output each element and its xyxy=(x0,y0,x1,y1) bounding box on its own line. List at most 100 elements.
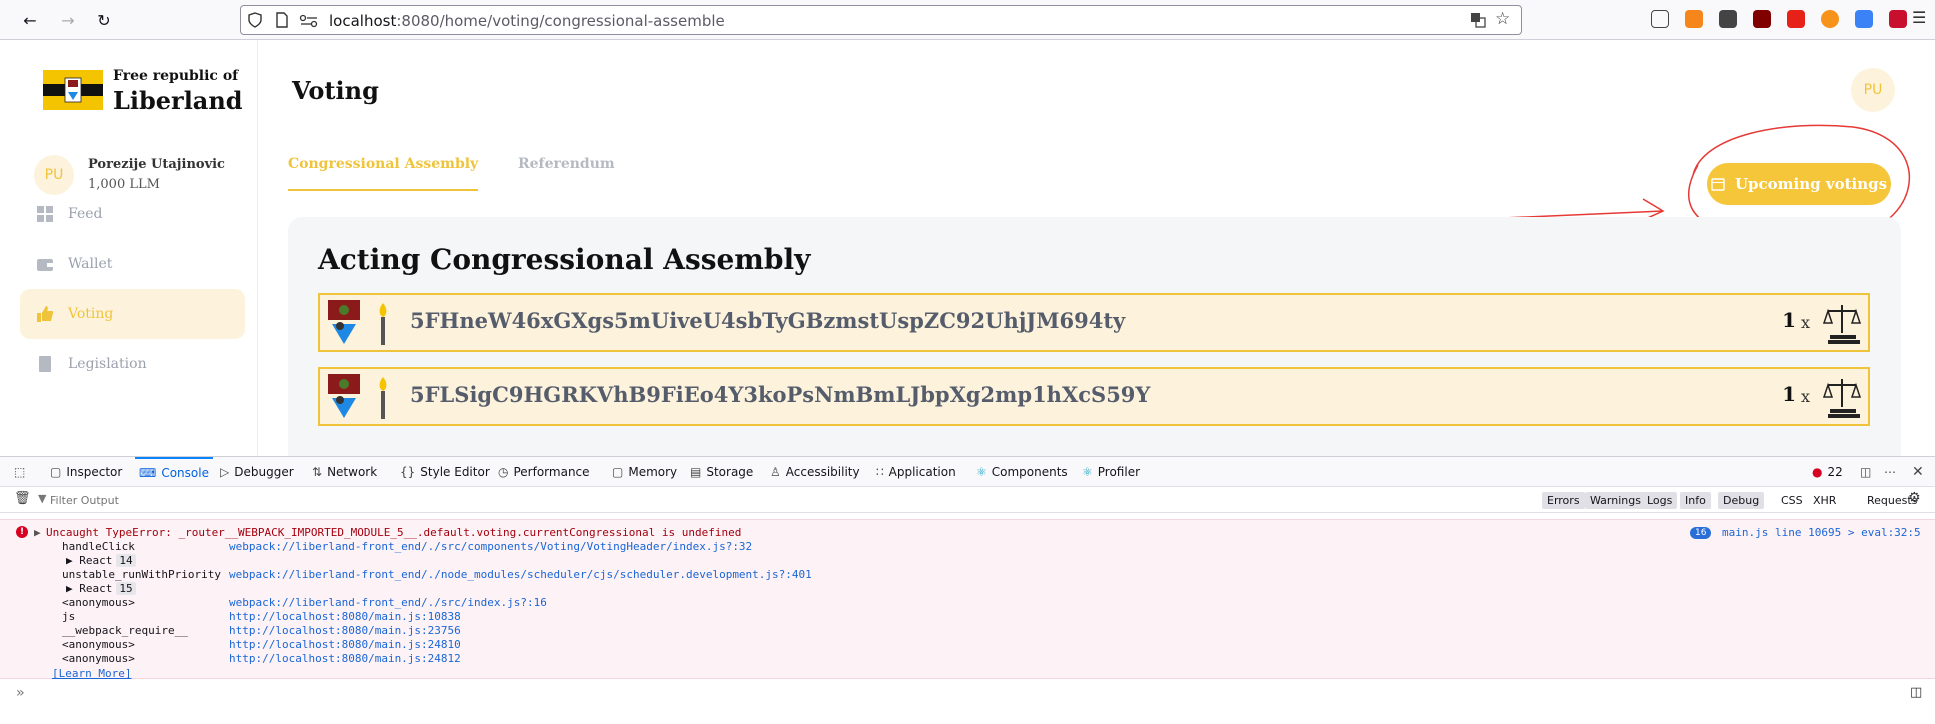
stack-source-link[interactable]: http://localhost:8080/main.js:24812 xyxy=(229,652,461,665)
tab-label: Console xyxy=(161,466,209,480)
close-devtools-icon[interactable]: ✕ xyxy=(1912,457,1924,487)
tab-accessibility[interactable]: ♙ Accessibility xyxy=(770,457,860,487)
console-prompt-icon[interactable]: » xyxy=(16,685,24,701)
expand-arrow-icon[interactable]: ▶ xyxy=(34,526,41,539)
url-path: :8080/home/voting/congressional-assemble xyxy=(396,12,725,30)
dock-icon[interactable]: ◫ xyxy=(1860,457,1871,487)
filter-info-button[interactable]: Info xyxy=(1680,492,1711,509)
tab-storage[interactable]: ▤ Storage xyxy=(690,457,753,487)
group-label: React xyxy=(79,554,113,567)
application-icon: ∷ xyxy=(876,465,884,479)
sidebar-item-legislation[interactable]: Legislation xyxy=(20,339,245,389)
ublock-icon[interactable] xyxy=(1753,10,1771,28)
filter-xhr-button[interactable]: XHR xyxy=(1808,492,1841,509)
card-title: Acting Congressional Assembly xyxy=(318,243,811,276)
tab-congressional-assembly[interactable]: Congressional Assembly xyxy=(288,156,478,172)
sidebar-item-wallet[interactable]: Wallet xyxy=(20,239,245,289)
tab-label: Network xyxy=(327,465,378,479)
translate-extension-icon[interactable] xyxy=(1855,10,1873,28)
tab-label: Accessibility xyxy=(785,465,860,479)
error-text[interactable]: Uncaught TypeError: _router__WEBPACK_IMP… xyxy=(46,526,741,539)
filter-logs-button[interactable]: Logs xyxy=(1642,492,1678,509)
tab-label: Components xyxy=(991,465,1068,479)
filter-debug-button[interactable]: Debug xyxy=(1718,492,1765,509)
tab-performance[interactable]: ◷ Performance xyxy=(498,457,590,487)
pick-element-icon[interactable]: ⬚ xyxy=(14,457,25,487)
forward-icon[interactable]: → xyxy=(56,8,80,32)
stack-function: <anonymous> xyxy=(62,638,135,651)
tab-profiler[interactable]: ⚛ Profiler xyxy=(1082,457,1140,487)
menu-icon[interactable]: ☰ xyxy=(1912,8,1926,27)
tab-network[interactable]: ⇅ Network xyxy=(312,457,377,487)
web-page: Free republic of Liberland PU Porezije U… xyxy=(8,40,1935,456)
tab-application[interactable]: ∷ Application xyxy=(876,457,956,487)
extension-icon[interactable] xyxy=(1889,10,1907,28)
tab-label: Inspector xyxy=(66,465,123,479)
bookmark-star-icon[interactable]: ☆ xyxy=(1495,9,1510,29)
console-icon: ⌨ xyxy=(139,466,157,480)
puzzle-extension-icon[interactable] xyxy=(1719,10,1737,28)
sidebar-item-feed[interactable]: Feed xyxy=(20,189,245,239)
stack-source-link[interactable]: webpack://liberland-front_end/./src/comp… xyxy=(229,540,752,553)
filter-warnings-button[interactable]: Warnings xyxy=(1585,492,1646,509)
console-settings-gear-icon[interactable]: ⚙ xyxy=(1908,490,1921,506)
trash-icon[interactable]: 🗑 xyxy=(14,491,31,506)
shield-icon[interactable] xyxy=(247,12,263,28)
torch-icon xyxy=(379,303,387,345)
upcoming-votings-label: Upcoming votings xyxy=(1734,175,1888,193)
learn-more-link[interactable]: [Learn More] xyxy=(52,667,131,680)
filter-output-input[interactable] xyxy=(50,491,350,509)
stack-source-link[interactable]: http://localhost:8080/main.js:10838 xyxy=(229,610,461,623)
permissions-icon[interactable] xyxy=(299,14,319,28)
tab-debugger[interactable]: ▷ Debugger xyxy=(220,457,294,487)
error-count-badge[interactable]: ● 22 xyxy=(1812,457,1843,487)
tab-label: Application xyxy=(888,465,956,479)
candidate-address: 5FHneW46xGXgs5mUiveU4sbTyGBzmstUspZC92Uh… xyxy=(410,308,1126,333)
filter-icon: ▼ xyxy=(38,492,47,505)
candidate-multiplier: x xyxy=(1800,313,1810,332)
console-input[interactable] xyxy=(40,683,1890,703)
url-text[interactable]: localhost:8080/home/voting/congressional… xyxy=(329,12,725,30)
error-source-link[interactable]: main.js line 10695 > eval:32:5 xyxy=(1722,526,1921,539)
react-frames-group[interactable]: ▶ React 15 xyxy=(66,582,136,595)
upcoming-votings-button[interactable]: Upcoming votings xyxy=(1707,163,1891,205)
sidebar-item-label: Voting xyxy=(68,306,114,322)
candidate-row[interactable]: 5FHneW46xGXgs5mUiveU4sbTyGBzmstUspZC92Uh… xyxy=(318,293,1870,352)
calendar-icon xyxy=(1711,178,1725,191)
style-editor-icon: {} xyxy=(400,465,416,479)
header-avatar[interactable]: PU xyxy=(1851,68,1895,112)
stack-source-link[interactable]: webpack://liberland-front_end/./src/inde… xyxy=(229,596,547,609)
sidebar-item-label: Wallet xyxy=(68,256,113,272)
bitcoin-icon[interactable] xyxy=(1821,10,1839,28)
filter-css-button[interactable]: CSS xyxy=(1776,492,1808,509)
stack-source-link[interactable]: webpack://liberland-front_end/./node_mod… xyxy=(229,568,812,581)
filter-errors-button[interactable]: Errors xyxy=(1542,492,1585,509)
tab-console[interactable]: ⌨ Console xyxy=(135,457,213,487)
react-profiler-icon: ⚛ xyxy=(1082,465,1093,479)
tab-referendum[interactable]: Referendum xyxy=(518,156,615,172)
stack-source-link[interactable]: http://localhost:8080/main.js:24810 xyxy=(229,638,461,651)
translate-icon[interactable] xyxy=(1470,12,1486,28)
tab-style-editor[interactable]: {} Style Editor xyxy=(400,457,490,487)
more-options-icon[interactable]: ⋯ xyxy=(1884,457,1896,487)
split-console-icon[interactable]: ◫ xyxy=(1910,685,1922,700)
candidate-row[interactable]: 5FLSigC9HGRKVhB9FiEo4Y3koPsNmBmLJbpXg2mp… xyxy=(318,367,1870,426)
sidebar-item-voting[interactable]: Voting xyxy=(20,289,245,339)
stack-function: handleClick xyxy=(62,540,135,553)
back-icon[interactable]: ← xyxy=(18,8,42,32)
stack-function: __webpack_require__ xyxy=(62,624,188,637)
tab-inspector[interactable]: ▢ Inspector xyxy=(50,457,122,487)
user-name: Porezije Utajinovic xyxy=(88,157,225,172)
react-frames-group[interactable]: ▶ React 14 xyxy=(66,554,136,567)
video-extension-icon[interactable] xyxy=(1787,10,1805,28)
reload-icon[interactable]: ↻ xyxy=(92,8,116,32)
tab-memory[interactable]: ▢ Memory xyxy=(612,457,677,487)
url-host: localhost xyxy=(329,12,397,30)
stack-source-link[interactable]: http://localhost:8080/main.js:23756 xyxy=(229,624,461,637)
url-bar[interactable]: localhost:8080/home/voting/congressional… xyxy=(240,5,1522,35)
sidebar-item-label: Feed xyxy=(68,206,103,222)
pocket-icon[interactable] xyxy=(1651,10,1669,28)
stack-function: <anonymous> xyxy=(62,596,135,609)
metamask-icon[interactable] xyxy=(1685,10,1703,28)
tab-components[interactable]: ⚛ Components xyxy=(976,457,1068,487)
